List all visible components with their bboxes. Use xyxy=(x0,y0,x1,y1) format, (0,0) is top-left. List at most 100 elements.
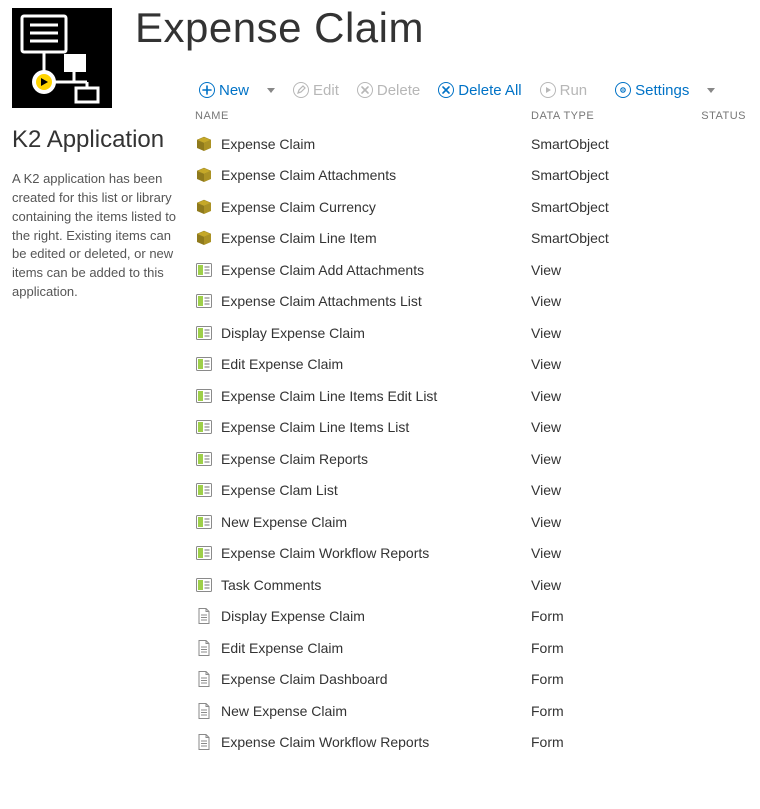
table-row[interactable]: Expense Claim CurrencySmartObject xyxy=(195,191,750,223)
table-row[interactable]: Expense Claim Add AttachmentsView xyxy=(195,254,750,286)
row-name-cell: Expense Claim Line Items List xyxy=(195,418,531,436)
table-row[interactable]: Expense Claim Attachments SmartObject xyxy=(195,160,750,192)
delete-all-button[interactable]: Delete All xyxy=(434,80,525,100)
row-type-cell: View xyxy=(531,451,671,467)
row-name: Task Comments xyxy=(221,577,321,593)
row-name-cell: Task Comments xyxy=(195,576,531,594)
table-row[interactable]: Task CommentsView xyxy=(195,569,750,601)
row-name: Expense Clam List xyxy=(221,482,338,498)
row-name: Expense Claim Attachments xyxy=(221,167,396,183)
smartobject-icon xyxy=(195,198,213,216)
row-name: Expense Claim Dashboard xyxy=(221,671,388,687)
row-name: Display Expense Claim xyxy=(221,325,365,341)
caret-down-icon xyxy=(707,88,715,93)
app-workflow-icon xyxy=(12,8,112,108)
column-name-header[interactable]: NAME xyxy=(195,110,531,122)
row-name: Expense Claim Attachments List xyxy=(221,293,422,309)
row-name-cell: Expense Clam List xyxy=(195,481,531,499)
form-icon xyxy=(195,639,213,657)
table-row[interactable]: Expense Claim Line Items List View xyxy=(195,412,750,444)
form-icon xyxy=(195,702,213,720)
settings-button[interactable]: Settings xyxy=(611,80,693,100)
gear-circle-icon xyxy=(615,82,631,98)
table-row[interactable]: Expense Clam ListView xyxy=(195,475,750,507)
new-button[interactable]: New xyxy=(195,80,253,100)
row-name-cell: Expense Claim Attachments List xyxy=(195,292,531,310)
row-type-cell: Form xyxy=(531,671,671,687)
row-name: New Expense Claim xyxy=(221,514,347,530)
smartobject-icon xyxy=(195,135,213,153)
table-row[interactable]: Expense Claim Line Items Edit ListView xyxy=(195,380,750,412)
table-row[interactable]: New Expense ClaimForm xyxy=(195,695,750,727)
row-name: Expense Claim Line Items List xyxy=(221,419,409,435)
column-type-header[interactable]: DATA TYPE xyxy=(531,110,671,122)
row-type-cell: View xyxy=(531,262,671,278)
form-icon xyxy=(195,607,213,625)
row-type-cell: Form xyxy=(531,640,671,656)
column-headers: NAME DATA TYPE STATUS xyxy=(195,106,750,128)
row-name-cell: Expense Claim Workflow Reports xyxy=(195,733,531,751)
view-icon xyxy=(195,387,213,405)
row-type-cell: SmartObject xyxy=(531,167,671,183)
view-icon xyxy=(195,418,213,436)
row-name-cell: New Expense Claim xyxy=(195,513,531,531)
table-row[interactable]: Edit Expense ClaimView xyxy=(195,349,750,381)
delete-all-button-label: Delete All xyxy=(458,83,521,98)
table-row[interactable]: New Expense ClaimView xyxy=(195,506,750,538)
row-name: Display Expense Claim xyxy=(221,608,365,624)
run-button[interactable]: Run xyxy=(536,80,592,100)
view-icon xyxy=(195,576,213,594)
row-name-cell: Display Expense Claim xyxy=(195,324,531,342)
view-icon xyxy=(195,261,213,279)
row-name-cell: Expense Claim Line Item xyxy=(195,229,531,247)
table-row[interactable]: Display Expense ClaimView xyxy=(195,317,750,349)
row-name: Expense Claim Workflow Reports xyxy=(221,734,429,750)
view-icon xyxy=(195,292,213,310)
row-type-cell: Form xyxy=(531,608,671,624)
table-row[interactable]: Expense Claim ReportsView xyxy=(195,443,750,475)
row-name-cell: Edit Expense Claim xyxy=(195,639,531,657)
row-type-cell: Form xyxy=(531,703,671,719)
row-type-cell: View xyxy=(531,545,671,561)
row-name-cell: Expense Claim Add Attachments xyxy=(195,261,531,279)
row-name: Expense Claim xyxy=(221,136,315,152)
row-type-cell: View xyxy=(531,388,671,404)
row-name-cell: New Expense Claim xyxy=(195,702,531,720)
row-type-cell: SmartObject xyxy=(531,230,671,246)
table-row[interactable]: Expense Claim Line Item SmartObject xyxy=(195,223,750,255)
view-icon xyxy=(195,513,213,531)
table-row[interactable]: Expense Claim Attachments ListView xyxy=(195,286,750,318)
table-row[interactable]: Edit Expense ClaimForm xyxy=(195,632,750,664)
edit-button[interactable]: Edit xyxy=(289,80,343,100)
table-row[interactable]: Expense Claim SmartObject xyxy=(195,128,750,160)
sidebar: K2 Application A K2 application has been… xyxy=(0,0,195,758)
new-dropdown[interactable] xyxy=(263,88,279,93)
table-row[interactable]: Display Expense Claim Form xyxy=(195,601,750,633)
x-circle-icon xyxy=(357,82,373,98)
delete-button[interactable]: Delete xyxy=(353,80,424,100)
row-type-cell: SmartObject xyxy=(531,136,671,152)
row-name-cell: Expense Claim Attachments xyxy=(195,166,531,184)
row-type-cell: View xyxy=(531,419,671,435)
caret-down-icon xyxy=(267,88,275,93)
row-name: Expense Claim Line Item xyxy=(221,230,377,246)
table-row[interactable]: Expense Claim Workflow Reports Form xyxy=(195,727,750,759)
table-row[interactable]: Expense Claim Dashboard Form xyxy=(195,664,750,696)
delete-button-label: Delete xyxy=(377,83,420,98)
form-icon xyxy=(195,733,213,751)
column-status-header[interactable]: STATUS xyxy=(671,110,750,122)
row-type-cell: Form xyxy=(531,734,671,750)
view-icon xyxy=(195,450,213,468)
row-name-cell: Display Expense Claim xyxy=(195,607,531,625)
pencil-circle-icon xyxy=(293,82,309,98)
row-name: Expense Claim Workflow Reports xyxy=(221,545,429,561)
row-name-cell: Expense Claim Currency xyxy=(195,198,531,216)
sidebar-description: A K2 application has been created for th… xyxy=(12,170,187,302)
item-list: Expense Claim SmartObject Expense Claim A… xyxy=(195,128,750,758)
smartobject-icon xyxy=(195,166,213,184)
table-row[interactable]: Expense Claim Workflow Reports View xyxy=(195,538,750,570)
main: Expense Claim New Edit xyxy=(195,0,760,758)
settings-dropdown[interactable] xyxy=(703,88,719,93)
new-button-label: New xyxy=(219,83,249,98)
row-name-cell: Edit Expense Claim xyxy=(195,355,531,373)
